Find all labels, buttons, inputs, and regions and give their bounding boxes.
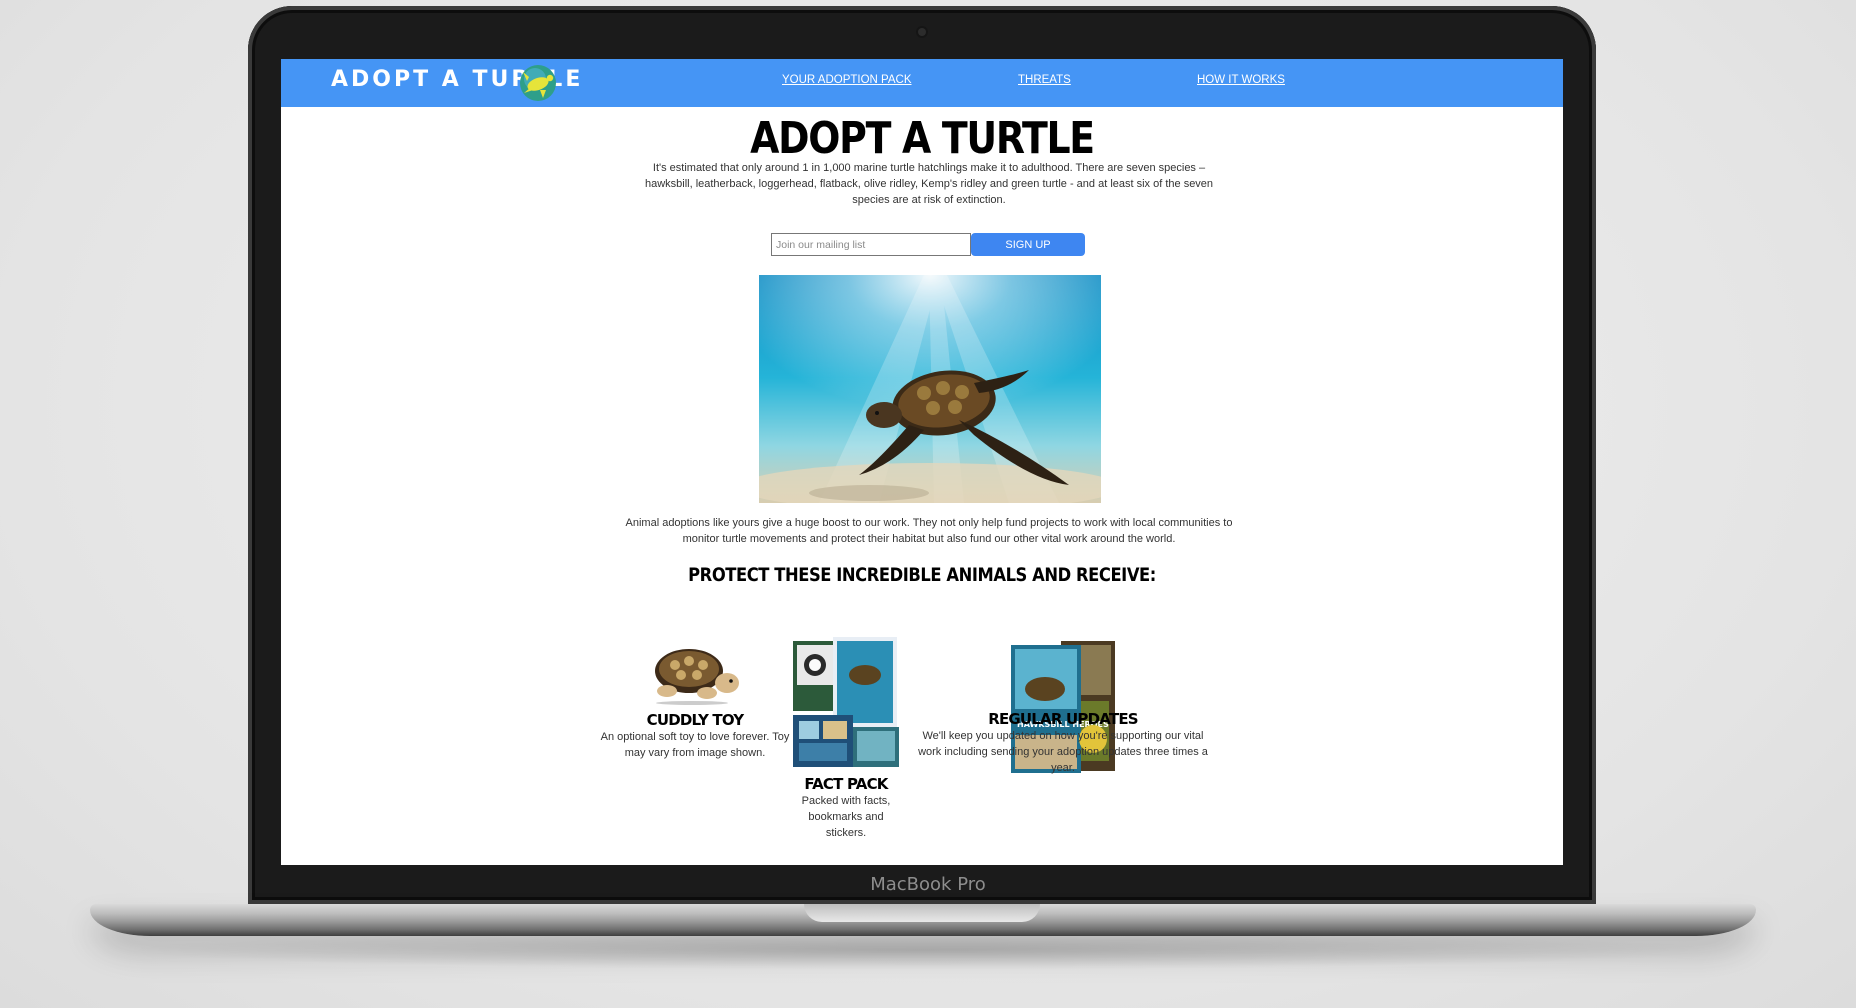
mailing-list-input[interactable]	[771, 233, 971, 256]
page-title: ADOPT A TURTLE	[750, 113, 1095, 164]
navbar: ADOPT A TURTLE YOUR ADOPTION PACK THREAT…	[281, 59, 1563, 107]
sign-up-button[interactable]: SIGN UP	[971, 233, 1085, 256]
nav-link-adoption-pack[interactable]: YOUR ADOPTION PACK	[782, 74, 912, 86]
intro-paragraph: It's estimated that only around 1 in 1,0…	[644, 162, 1214, 206]
fact-pack-image	[793, 637, 899, 767]
camera-icon	[918, 28, 926, 36]
product-title-fact-pack: FACT PACK	[804, 775, 888, 793]
product-desc-regular-updates: We'll keep you updated on how you're sup…	[918, 730, 1208, 774]
product-desc-fact-pack: Packed with facts, bookmarks and sticker…	[801, 795, 891, 839]
section-heading: PROTECT THESE INCREDIBLE ANIMALS AND REC…	[688, 564, 1156, 586]
product-desc-cuddly-toy: An optional soft toy to love forever. To…	[600, 731, 790, 759]
device-label: MacBook Pro	[870, 874, 986, 895]
laptop-shadow	[120, 930, 1726, 970]
nav-link-how-it-works[interactable]: HOW IT WORKS	[1197, 74, 1285, 86]
turtle-logo-icon[interactable]	[518, 63, 558, 103]
plush-turtle-toy-image	[655, 649, 739, 705]
product-title-cuddly-toy: CUDDLY TOY	[646, 711, 745, 729]
laptop-lid: ADOPT A TURTLE YOUR ADOPTION PACK THREAT…	[248, 6, 1596, 904]
browser-viewport: ADOPT A TURTLE YOUR ADOPTION PACK THREAT…	[281, 59, 1563, 865]
product-title-regular-updates: REGULAR UPDATES	[988, 710, 1138, 728]
base-notch	[804, 904, 1040, 922]
sea-turtle-photo	[759, 275, 1101, 503]
adoption-info-paragraph: Animal adoptions like yours give a huge …	[625, 517, 1233, 545]
laptop-base	[90, 904, 1756, 936]
nav-link-threats[interactable]: THREATS	[1018, 74, 1071, 86]
